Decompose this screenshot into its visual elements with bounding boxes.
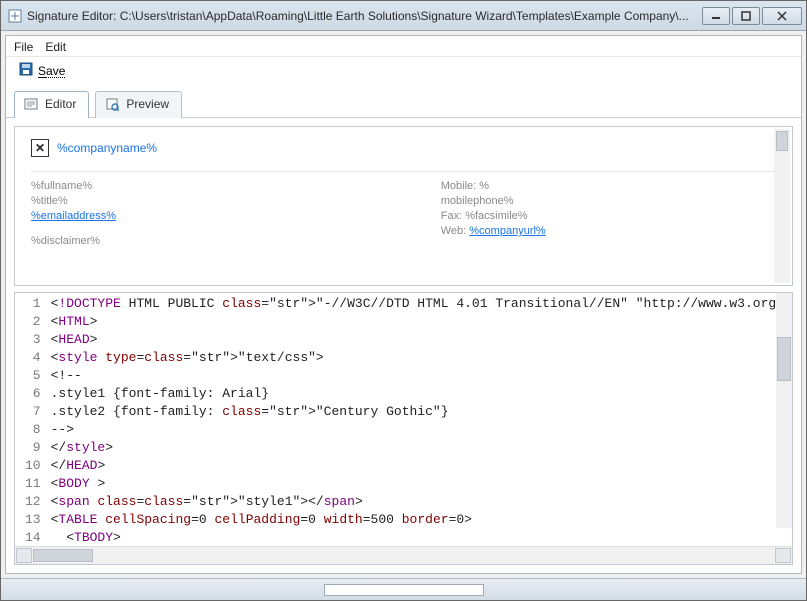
tab-editor[interactable]: Editor xyxy=(14,91,89,118)
save-label: Save xyxy=(38,64,65,78)
web-link[interactable]: %companyurl% xyxy=(469,225,545,237)
tab-editor-label: Editor xyxy=(45,97,76,111)
mobile-label: Mobile: % xyxy=(441,180,776,192)
progress-indicator xyxy=(324,584,484,596)
email-placeholder[interactable]: %emailaddress% xyxy=(31,210,441,222)
web-row: Web: %companyurl% xyxy=(441,225,776,237)
toolbar: Save xyxy=(6,57,801,86)
app-window: Signature Editor: C:\Users\tristan\AppDa… xyxy=(0,0,807,601)
menu-file[interactable]: File xyxy=(14,40,33,54)
tabstrip: Editor Preview xyxy=(6,86,801,118)
save-icon xyxy=(18,61,34,80)
titlebar: Signature Editor: C:\Users\tristan\AppDa… xyxy=(1,1,806,31)
title-placeholder: %title% xyxy=(31,195,441,207)
fullname-placeholder: %fullname% xyxy=(31,180,441,192)
company-placeholder: %companyname% xyxy=(57,141,157,155)
preview-scrollbar[interactable] xyxy=(774,129,790,283)
code-pane[interactable]: 1234567891011121314151617 <!DOCTYPE HTML… xyxy=(15,293,792,546)
code-text[interactable]: <!DOCTYPE HTML PUBLIC class="str">"-//W3… xyxy=(47,293,792,546)
scroll-left-button[interactable] xyxy=(16,548,32,563)
code-horizontal-scrollbar[interactable] xyxy=(15,546,792,564)
window-controls xyxy=(702,7,802,25)
statusbar xyxy=(1,578,806,600)
code-vertical-scrollbar[interactable] xyxy=(776,293,792,528)
app-icon xyxy=(7,8,23,24)
menubar: File Edit xyxy=(6,36,801,57)
minimize-button[interactable] xyxy=(702,7,730,25)
line-gutter: 1234567891011121314151617 xyxy=(15,293,47,546)
save-button[interactable]: Save xyxy=(14,59,69,82)
disclaimer-placeholder: %disclaimer% xyxy=(31,235,441,247)
tab-preview-label: Preview xyxy=(126,97,169,111)
scroll-thumb[interactable] xyxy=(33,549,93,562)
client-area: File Edit Save xyxy=(5,35,802,574)
placeholder-image-icon: ✕ xyxy=(31,139,49,157)
window-title: Signature Editor: C:\Users\tristan\AppDa… xyxy=(27,9,702,23)
scroll-right-button[interactable] xyxy=(775,548,791,563)
maximize-button[interactable] xyxy=(732,7,760,25)
editor-icon xyxy=(23,96,39,112)
workarea: ✕ %companyname% %fullname% %title% %emai… xyxy=(6,118,801,573)
code-editor: 1234567891011121314151617 <!DOCTYPE HTML… xyxy=(14,292,793,565)
preview-icon xyxy=(104,96,120,112)
menu-edit[interactable]: Edit xyxy=(45,40,66,54)
mobilephone-placeholder: mobilephone% xyxy=(441,195,776,207)
fax-placeholder: Fax: %facsimile% xyxy=(441,210,776,222)
close-button[interactable] xyxy=(762,7,802,25)
tab-preview[interactable]: Preview xyxy=(95,91,182,118)
preview-pane: ✕ %companyname% %fullname% %title% %emai… xyxy=(14,126,793,286)
